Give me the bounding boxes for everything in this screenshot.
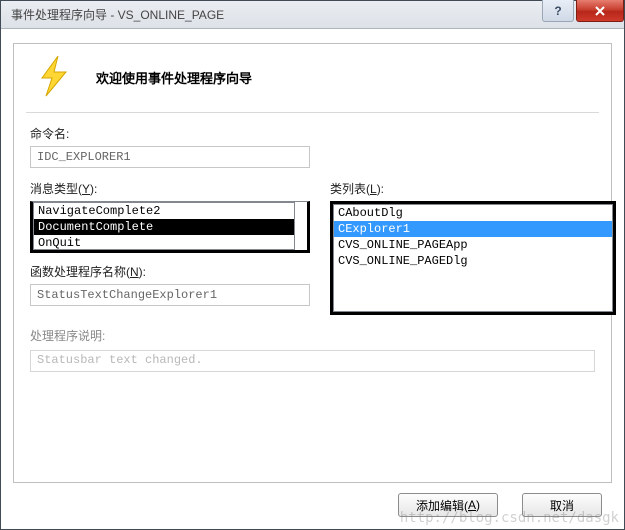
window-title: 事件处理程序向导 - VS_ONLINE_PAGE (11, 6, 542, 23)
class-list[interactable]: CAboutDlg CExplorer1 CVS_ONLINE_PAGEApp … (333, 204, 613, 312)
divider (26, 112, 599, 113)
message-type-list-frame: NavigateComplete2 DocumentComplete OnQui… (30, 201, 310, 253)
handler-desc-box: Statusbar text changed. (30, 350, 595, 372)
list-item[interactable]: NavigateComplete2 (34, 203, 294, 219)
handler-name-input[interactable] (30, 284, 310, 306)
wizard-header: 欢迎使用事件处理程序向导 (30, 48, 595, 112)
dialog-window: 事件处理程序向导 - VS_ONLINE_PAGE ? 欢迎使用事件处理程序向导… (0, 0, 625, 530)
client-area: 欢迎使用事件处理程序向导 命令名: 消息类型(Y): NavigateCompl… (1, 29, 624, 529)
list-item[interactable]: DocumentComplete (34, 219, 294, 235)
button-row: 添加编辑(A) 取消 (13, 483, 612, 517)
list-item[interactable]: CVS_ONLINE_PAGEDlg (334, 253, 612, 269)
list-item[interactable]: CAboutDlg (334, 205, 612, 221)
list-item[interactable]: OnQuit (34, 235, 294, 250)
handler-desc-label: 处理程序说明: (30, 327, 595, 344)
wizard-panel: 欢迎使用事件处理程序向导 命令名: 消息类型(Y): NavigateCompl… (13, 43, 612, 483)
lightning-icon (32, 54, 76, 98)
handler-name-label: 函数处理程序名称(N): (30, 263, 310, 280)
list-item[interactable]: CExplorer1 (334, 221, 612, 237)
cancel-button[interactable]: 取消 (522, 493, 602, 517)
window-buttons: ? (542, 1, 624, 28)
message-type-label: 消息类型(Y): (30, 180, 310, 197)
add-edit-button[interactable]: 添加编辑(A) (398, 493, 498, 517)
wizard-icon (30, 52, 78, 100)
help-button[interactable]: ? (542, 0, 574, 22)
class-list-label: 类列表(L): (330, 180, 616, 197)
close-button[interactable] (576, 0, 624, 22)
list-item[interactable]: CVS_ONLINE_PAGEApp (334, 237, 612, 253)
close-icon (594, 5, 606, 17)
message-type-list[interactable]: NavigateComplete2 DocumentComplete OnQui… (33, 202, 295, 250)
command-name-input[interactable] (30, 146, 310, 168)
titlebar[interactable]: 事件处理程序向导 - VS_ONLINE_PAGE ? (1, 1, 624, 29)
command-name-label: 命令名: (30, 125, 595, 142)
wizard-title: 欢迎使用事件处理程序向导 (96, 66, 252, 87)
class-list-frame: CAboutDlg CExplorer1 CVS_ONLINE_PAGEApp … (330, 201, 616, 315)
